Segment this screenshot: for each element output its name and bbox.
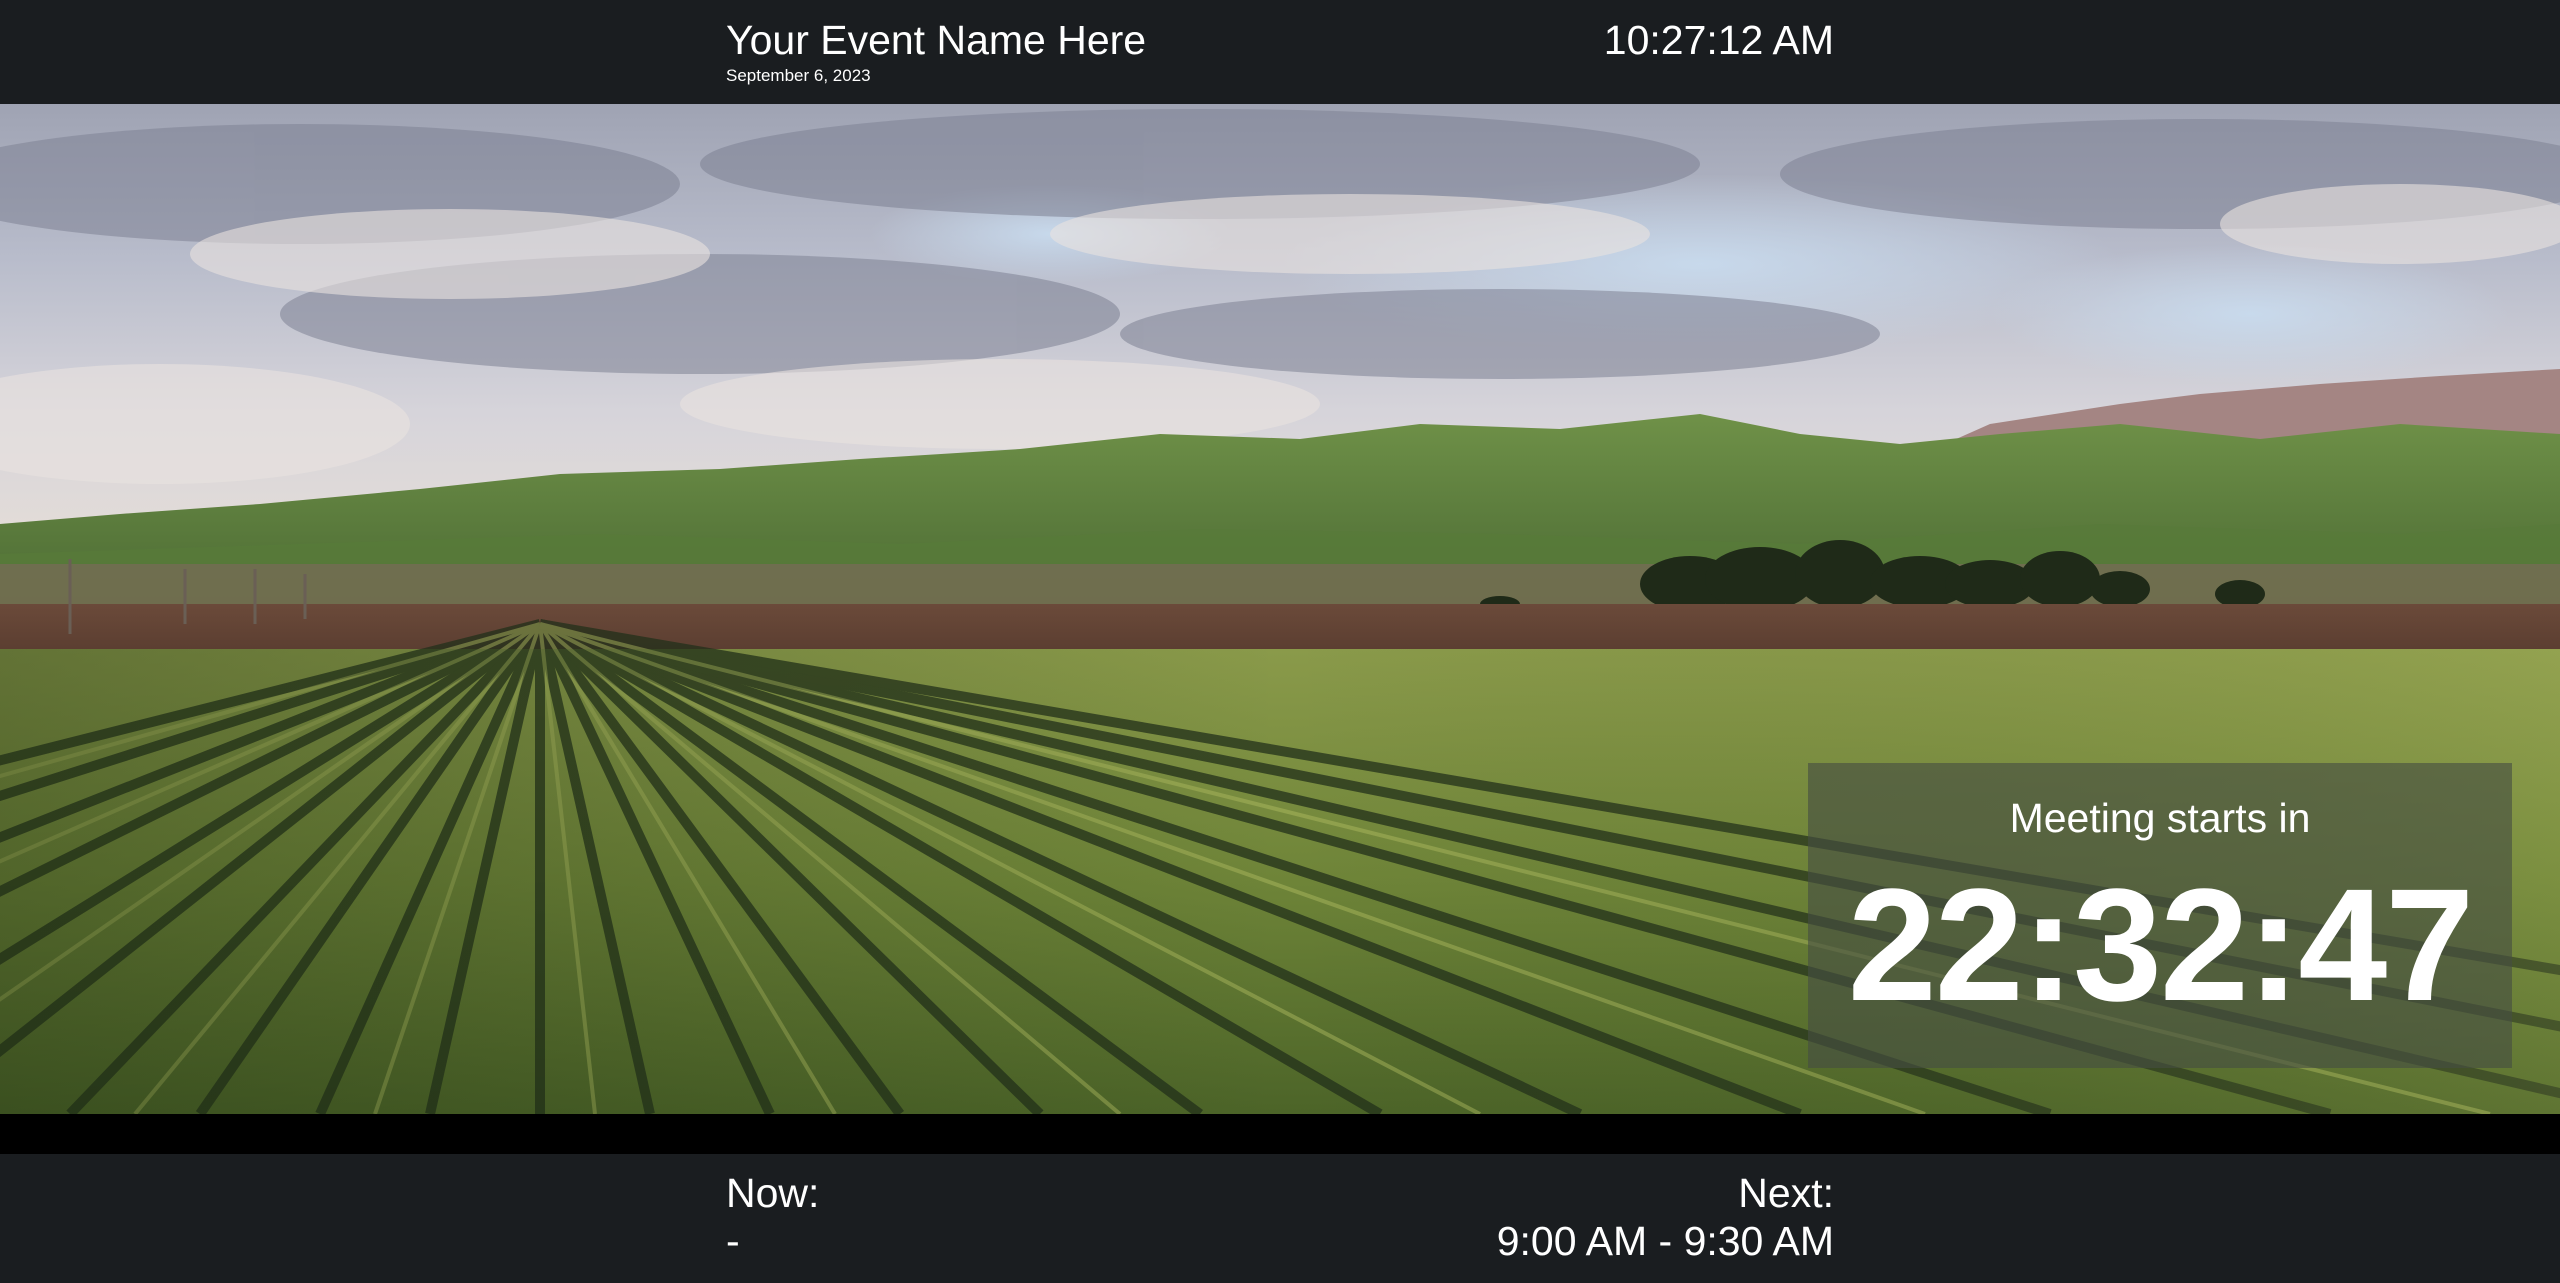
background-landscape-image: Meeting starts in 22:32:47 (0, 104, 2560, 1114)
now-label: Now: (726, 1170, 820, 1216)
footer-bar: Now: - Next: 9:00 AM - 9:30 AM (0, 1154, 2560, 1283)
countdown-label: Meeting starts in (2009, 795, 2311, 841)
now-session-value: - (726, 1218, 740, 1264)
next-session-time: 9:00 AM - 9:30 AM (1496, 1218, 1834, 1264)
countdown-panel: Meeting starts in 22:32:47 (1808, 763, 2512, 1068)
divider-bar (0, 1114, 2560, 1154)
header-bar: Your Event Name Here September 6, 2023 1… (0, 0, 2560, 104)
countdown-timer: 22:32:47 (1847, 855, 2474, 1034)
next-label: Next: (1738, 1170, 1834, 1216)
current-time-clock: 10:27:12 AM (1603, 17, 1834, 63)
event-date: September 6, 2023 (726, 66, 871, 85)
event-name: Your Event Name Here (726, 17, 1147, 63)
